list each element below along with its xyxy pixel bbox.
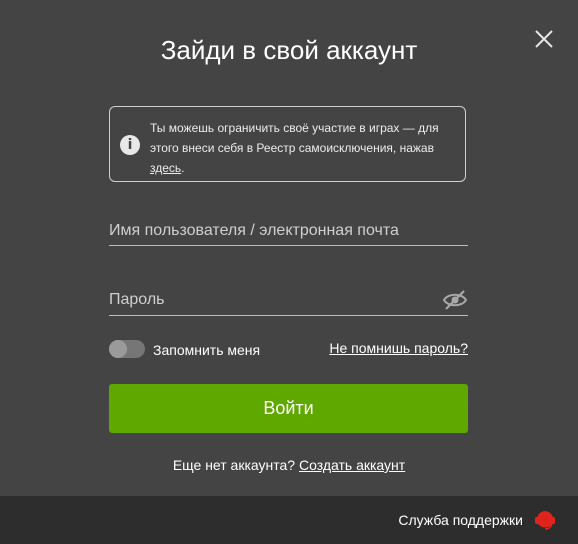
password-input[interactable]: [109, 289, 439, 311]
notice-text: Ты можешь ограничить своё участие в игра…: [150, 118, 450, 178]
login-modal: Зайди в свой аккаунт i Ты можешь огранич…: [0, 0, 578, 496]
forgot-password-link[interactable]: Не помнишь пароль?: [329, 339, 468, 357]
signup-row: Еще нет аккаунта? Создать аккаунт: [0, 456, 578, 474]
remember-me-toggle[interactable]: [109, 340, 145, 358]
footer: Служба поддержки: [0, 496, 578, 544]
login-button[interactable]: Войти: [109, 384, 468, 433]
signup-text: Еще нет аккаунта?: [172, 457, 296, 473]
password-field: [109, 289, 468, 316]
username-input[interactable]: [109, 220, 439, 242]
username-field: [109, 220, 468, 246]
notice-link[interactable]: здесь: [150, 161, 181, 175]
eye-off-icon[interactable]: [442, 288, 468, 312]
support-link[interactable]: Служба поддержки: [398, 511, 523, 529]
notice-text-after: .: [181, 161, 185, 175]
info-icon: i: [120, 135, 140, 155]
remember-me-label: Запомнить меня: [153, 342, 261, 358]
create-account-link[interactable]: Создать аккаунт: [299, 457, 405, 473]
self-exclusion-notice: i Ты можешь ограничить своё участие в иг…: [109, 106, 466, 182]
toggle-knob: [109, 340, 127, 358]
headset-icon[interactable]: [534, 508, 556, 532]
notice-text-before: Ты можешь ограничить своё участие в игра…: [150, 121, 439, 155]
modal-title: Зайди в свой аккаунт: [160, 35, 418, 65]
